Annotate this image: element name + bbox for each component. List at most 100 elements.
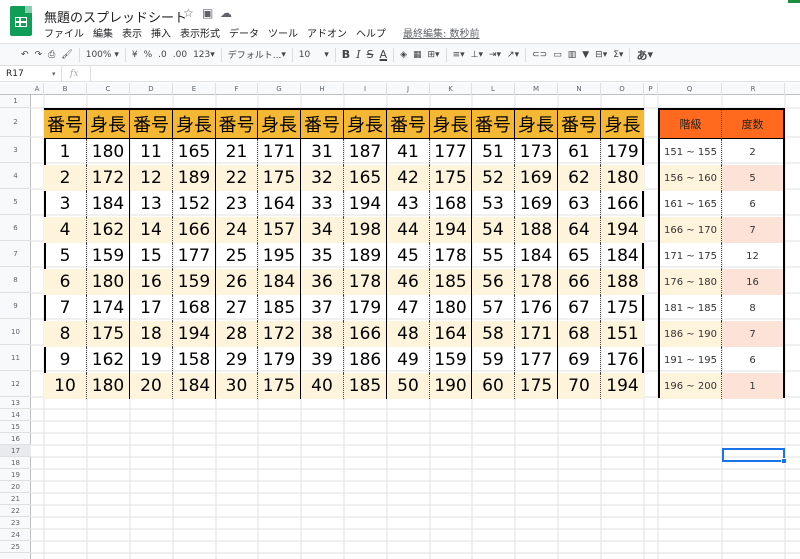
table-cell[interactable]: 32 bbox=[301, 165, 344, 191]
table-header-cell[interactable]: 番号 bbox=[558, 110, 601, 139]
table-cell[interactable]: 57 bbox=[472, 295, 515, 321]
menu-item[interactable]: 表示形式 bbox=[180, 25, 220, 40]
row-header[interactable]: 11 bbox=[0, 345, 31, 371]
column-header[interactable]: I bbox=[344, 83, 387, 95]
redo-icon[interactable]: ↷ bbox=[32, 46, 46, 64]
table-cell[interactable]: 16 bbox=[130, 269, 173, 295]
print-icon[interactable]: ⎙ bbox=[45, 46, 58, 64]
freq-count-cell[interactable]: 2 bbox=[722, 139, 783, 165]
text-rotation-icon[interactable]: ↗▾ bbox=[504, 46, 522, 64]
document-title[interactable]: 無題のスプレッドシート bbox=[44, 7, 187, 26]
table-header-cell[interactable]: 身長 bbox=[430, 110, 472, 139]
table-cell[interactable]: 3 bbox=[44, 191, 87, 217]
table-cell[interactable]: 61 bbox=[558, 139, 601, 165]
insert-chart-icon[interactable]: ▥ bbox=[565, 46, 580, 64]
freq-count-cell[interactable]: 5 bbox=[722, 165, 783, 191]
table-cell[interactable]: 67 bbox=[558, 295, 601, 321]
freq-bin-cell[interactable]: 191 ~ 195 bbox=[660, 347, 722, 373]
column-header[interactable]: F bbox=[216, 83, 258, 95]
column-header[interactable]: J bbox=[387, 83, 430, 95]
column-header[interactable]: D bbox=[130, 83, 173, 95]
table-cell[interactable]: 7 bbox=[44, 295, 87, 321]
table-cell[interactable]: 175 bbox=[258, 165, 301, 191]
table-cell[interactable]: 62 bbox=[558, 165, 601, 191]
table-cell[interactable]: 45 bbox=[387, 243, 430, 269]
table-cell[interactable]: 70 bbox=[558, 373, 601, 399]
table-cell[interactable]: 6 bbox=[44, 269, 87, 295]
menu-item[interactable]: 表示 bbox=[122, 25, 142, 40]
table-cell[interactable]: 42 bbox=[387, 165, 430, 191]
table-cell[interactable]: 179 bbox=[258, 347, 301, 373]
table-cell[interactable]: 157 bbox=[258, 217, 301, 243]
table-cell[interactable]: 59 bbox=[472, 347, 515, 373]
table-header-cell[interactable]: 身長 bbox=[515, 110, 558, 139]
table-header-cell[interactable]: 身長 bbox=[601, 110, 644, 139]
row-header[interactable]: 17 bbox=[0, 445, 31, 457]
table-cell[interactable]: 63 bbox=[558, 191, 601, 217]
table-cell[interactable]: 189 bbox=[173, 165, 216, 191]
zoom-select[interactable]: 100% ▾ bbox=[83, 46, 122, 64]
table-cell[interactable]: 178 bbox=[515, 269, 558, 295]
table-cell[interactable]: 18 bbox=[130, 321, 173, 347]
input-tools-button[interactable]: あ ▾ bbox=[633, 46, 656, 64]
table-header-cell[interactable]: 番号 bbox=[301, 110, 344, 139]
table-cell[interactable]: 17 bbox=[130, 295, 173, 321]
table-cell[interactable]: 184 bbox=[87, 191, 130, 217]
menu-item[interactable]: 挿入 bbox=[151, 25, 171, 40]
borders-icon[interactable]: ▦ bbox=[410, 46, 425, 64]
table-cell[interactable]: 189 bbox=[344, 243, 387, 269]
table-cell[interactable]: 171 bbox=[258, 139, 301, 165]
row-header[interactable]: 12 bbox=[0, 371, 31, 397]
column-header[interactable]: G bbox=[258, 83, 301, 95]
font-select[interactable]: デフォルト... ▾ bbox=[225, 46, 289, 64]
table-cell[interactable]: 2 bbox=[44, 165, 87, 191]
filter-icon[interactable]: ▼ bbox=[579, 46, 592, 64]
percent-format-button[interactable]: % bbox=[141, 46, 156, 64]
freq-bin-cell[interactable]: 166 ~ 170 bbox=[660, 217, 722, 243]
move-folder-icon[interactable]: ▣ bbox=[202, 6, 213, 20]
freq-bin-cell[interactable]: 176 ~ 180 bbox=[660, 269, 722, 295]
table-cell[interactable]: 27 bbox=[216, 295, 258, 321]
table-cell[interactable]: 52 bbox=[472, 165, 515, 191]
freq-count-cell[interactable]: 6 bbox=[722, 191, 783, 217]
name-box-dropdown-icon[interactable]: ▾ bbox=[52, 66, 56, 82]
merge-cells-icon[interactable]: ⊞▾ bbox=[425, 46, 443, 64]
table-cell[interactable]: 180 bbox=[601, 165, 644, 191]
menu-item[interactable]: 編集 bbox=[93, 25, 113, 40]
table-cell[interactable]: 66 bbox=[558, 269, 601, 295]
table-cell[interactable]: 159 bbox=[430, 347, 472, 373]
table-cell[interactable]: 179 bbox=[344, 295, 387, 321]
row-header[interactable]: 14 bbox=[0, 409, 31, 421]
table-cell[interactable]: 23 bbox=[216, 191, 258, 217]
table-cell[interactable]: 162 bbox=[87, 217, 130, 243]
table-cell[interactable]: 185 bbox=[258, 295, 301, 321]
table-cell[interactable]: 185 bbox=[344, 373, 387, 399]
column-header[interactable]: E bbox=[173, 83, 216, 95]
strikethrough-button[interactable]: S bbox=[364, 46, 377, 64]
table-cell[interactable]: 25 bbox=[216, 243, 258, 269]
table-cell[interactable]: 166 bbox=[601, 191, 644, 217]
table-cell[interactable]: 35 bbox=[301, 243, 344, 269]
table-cell[interactable]: 175 bbox=[258, 373, 301, 399]
row-header[interactable]: 22 bbox=[0, 505, 31, 517]
table-cell[interactable]: 30 bbox=[216, 373, 258, 399]
freq-bin-cell[interactable]: 161 ~ 165 bbox=[660, 191, 722, 217]
row-header[interactable]: 25 bbox=[0, 541, 31, 553]
row-header[interactable]: 9 bbox=[0, 293, 31, 319]
table-cell[interactable]: 49 bbox=[387, 347, 430, 373]
table-header-cell[interactable]: 番号 bbox=[44, 110, 87, 139]
table-cell[interactable]: 158 bbox=[173, 347, 216, 373]
freq-count-cell[interactable]: 8 bbox=[722, 295, 783, 321]
column-header[interactable]: H bbox=[301, 83, 344, 95]
table-cell[interactable]: 166 bbox=[344, 321, 387, 347]
table-cell[interactable]: 165 bbox=[173, 139, 216, 165]
selected-cell-r17[interactable] bbox=[722, 448, 785, 462]
table-cell[interactable]: 177 bbox=[173, 243, 216, 269]
fill-handle[interactable] bbox=[781, 458, 787, 464]
freq-bin-cell[interactable]: 181 ~ 185 bbox=[660, 295, 722, 321]
table-cell[interactable]: 194 bbox=[344, 191, 387, 217]
table-cell[interactable]: 174 bbox=[87, 295, 130, 321]
freq-bin-cell[interactable]: 196 ~ 200 bbox=[660, 373, 722, 399]
table-cell[interactable]: 33 bbox=[301, 191, 344, 217]
table-cell[interactable]: 179 bbox=[601, 139, 644, 165]
